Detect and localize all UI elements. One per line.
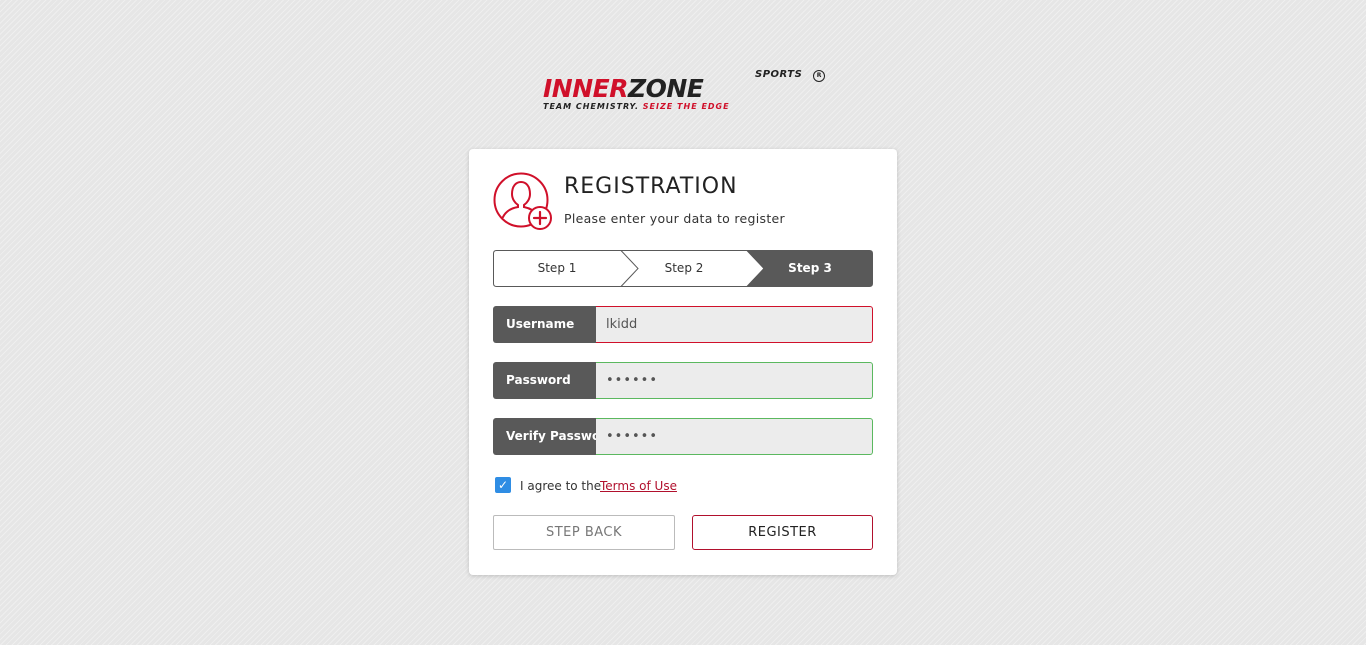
terms-of-use-link[interactable]: Terms of Use bbox=[600, 479, 677, 493]
step-2-tab[interactable]: Step 2 bbox=[621, 250, 747, 287]
logo-inner-text: INNER bbox=[543, 74, 628, 103]
agree-checkbox[interactable]: ✓ bbox=[495, 477, 511, 493]
username-input[interactable] bbox=[596, 306, 873, 343]
logo-tagline: TEAM CHEMISTRY. SEIZE THE EDGE bbox=[543, 102, 730, 111]
innerzone-logo: SPORTS R INNERZONE TEAM CHEMISTRY. SEIZE… bbox=[543, 68, 825, 116]
verify-password-label: Verify Password bbox=[493, 418, 615, 455]
registration-card: REGISTRATION Please enter your data to r… bbox=[469, 149, 897, 575]
verify-password-input[interactable] bbox=[596, 418, 873, 455]
page-subtitle: Please enter your data to register bbox=[564, 211, 785, 226]
step-1-tab[interactable]: Step 1 bbox=[493, 250, 621, 287]
step-3-tab[interactable]: Step 3 bbox=[747, 250, 873, 287]
password-label: Password bbox=[493, 362, 596, 399]
logo-wordmark: INNERZONE bbox=[543, 74, 704, 103]
register-button[interactable]: REGISTER bbox=[692, 515, 873, 550]
step-back-button[interactable]: STEP BACK bbox=[493, 515, 675, 550]
agree-text: I agree to the bbox=[520, 479, 602, 493]
registered-mark-icon: R bbox=[813, 70, 825, 82]
username-label: Username bbox=[493, 306, 596, 343]
logo-tagline-part1: TEAM CHEMISTRY. bbox=[543, 102, 639, 111]
logo-zone-text: ZONE bbox=[627, 74, 704, 103]
page-title: REGISTRATION bbox=[564, 174, 738, 199]
add-user-icon bbox=[493, 172, 552, 230]
logo-sports-text: SPORTS bbox=[755, 69, 803, 80]
verify-password-field: Verify Password bbox=[493, 418, 873, 455]
username-field: Username bbox=[493, 306, 873, 343]
step-progress: Step 1 Step 2 Step 3 bbox=[493, 250, 873, 287]
checkmark-icon: ✓ bbox=[497, 478, 509, 492]
password-field: Password bbox=[493, 362, 873, 399]
password-input[interactable] bbox=[596, 362, 873, 399]
logo-tagline-part2: SEIZE THE EDGE bbox=[642, 102, 730, 111]
